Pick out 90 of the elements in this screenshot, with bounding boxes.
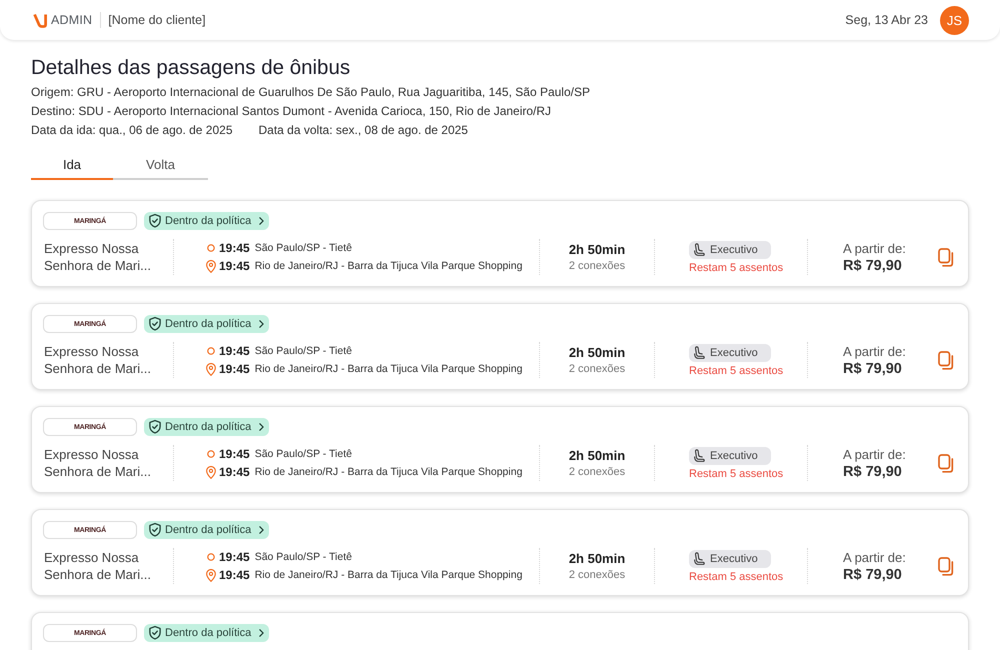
price-label: R$ 79,90	[843, 464, 903, 480]
time-label: 19:45	[219, 550, 250, 564]
station-label: Rio de Janeiro/RJ - Barra da Tijuca Vila Parque Shopping	[254, 260, 522, 272]
copy-button[interactable]	[938, 350, 955, 370]
seat-icon	[694, 243, 705, 256]
time-label: 19:45	[219, 568, 250, 582]
location-pin-icon	[206, 260, 216, 272]
connections-label: 2 conexões	[568, 569, 626, 581]
time-label: 19:45	[219, 344, 250, 358]
time-label: 19:45	[219, 362, 250, 376]
chevron-right-icon	[259, 526, 264, 534]
station-label: São Paulo/SP - Tietê	[254, 551, 352, 563]
seats-left-label: Restam 5 assentos	[689, 262, 784, 274]
copy-icon	[938, 350, 955, 370]
price-caption: A partir de:	[843, 550, 906, 564]
station-label: São Paulo/SP - Tietê	[254, 345, 352, 357]
station-label: São Paulo/SP - Tietê	[254, 448, 352, 460]
destination-text: Destino: SDU - Aeroporto Internacional Santos Dumont - Avenida Carioca, 150, Rio de Janeiro/RJ	[31, 103, 552, 120]
connections-label: 2 conexões	[568, 466, 626, 478]
seat-class-label: Executivo	[710, 244, 758, 256]
location-pin-icon	[206, 568, 216, 582]
duration-label: 2h 50min	[568, 242, 626, 257]
policy-badge[interactable]: Dentro da política	[144, 315, 270, 333]
tab[interactable]: Ida	[31, 152, 113, 180]
price-caption: A partir de:	[843, 344, 906, 358]
chevron-right-icon	[259, 629, 264, 637]
copy-icon	[938, 556, 955, 576]
connections-label: 2 conexões	[568, 260, 626, 272]
time-label: 19:45	[219, 241, 250, 255]
duration-label: 2h 50min	[568, 551, 626, 566]
company-name: Expresso Nossa Senhora de Mari...	[44, 446, 152, 480]
seat-class-label: Executivo	[710, 450, 758, 462]
company-name: Expresso Nossa Senhora de Mari...	[44, 240, 152, 274]
chevron-right-icon	[259, 423, 264, 431]
seats-left-label: Restam 5 assentos	[689, 468, 784, 480]
company-name: Expresso Nossa Senhora de Mari...	[44, 343, 152, 377]
origin-ring-icon	[207, 244, 215, 252]
copy-icon	[938, 454, 955, 472]
client-name: [Nome do cliente]	[108, 13, 206, 27]
shield-check-icon	[149, 523, 161, 537]
price-label: R$ 79,90	[843, 566, 903, 582]
station-label: Rio de Janeiro/RJ - Barra da Tijuca Vila Parque Shopping	[254, 363, 522, 375]
seat-class-label: Executivo	[710, 552, 758, 564]
duration-label: 2h 50min	[568, 448, 626, 463]
price-label: R$ 79,90	[843, 258, 903, 274]
seats-left-label: Restam 5 assentos	[689, 570, 784, 582]
origin-ring-icon	[207, 553, 215, 561]
seat-icon	[694, 346, 705, 359]
copy-button[interactable]	[938, 454, 955, 472]
chevron-right-icon	[259, 320, 264, 328]
time-label: 19:45	[219, 259, 250, 273]
station-label: Rio de Janeiro/RJ - Barra da Tijuca Vila Parque Shopping	[254, 466, 522, 478]
origin-text: Origem: GRU - Aeroporto Internacional de Guarulhos De São Paulo, Rua Jaguaritiba, 145, São Paulo/SP	[31, 84, 591, 101]
location-pin-icon	[206, 362, 216, 376]
station-label: Rio de Janeiro/RJ - Barra da Tijuca Vila Parque Shopping	[254, 569, 522, 581]
seat-icon	[694, 552, 705, 565]
policy-badge[interactable]: Dentro da política	[144, 521, 270, 539]
brand-label: ADMIN	[51, 13, 92, 27]
seats-left-label: Restam 5 assentos	[689, 364, 784, 376]
copy-button[interactable]	[938, 248, 955, 266]
policy-badge[interactable]: Dentro da política	[144, 418, 270, 436]
price-label: R$ 79,90	[843, 360, 903, 376]
connections-label: 2 conexões	[568, 363, 626, 375]
price-caption: A partir de:	[843, 446, 906, 462]
location-pin-icon	[206, 466, 216, 478]
station-label: São Paulo/SP - Tietê	[254, 242, 352, 254]
page-title: Detalhes das passagens de ônibus	[31, 56, 352, 80]
time-label: 19:45	[219, 465, 250, 479]
tab[interactable]: Volta	[113, 152, 208, 180]
policy-badge[interactable]: Dentro da política	[144, 624, 270, 642]
date-label: Seg, 13 Abr 23	[845, 13, 928, 27]
shield-check-icon	[149, 317, 161, 331]
origin-ring-icon	[207, 347, 215, 355]
seat-class-label: Executivo	[710, 346, 758, 358]
chevron-right-icon	[259, 217, 264, 225]
seat-icon	[694, 449, 705, 462]
shield-check-icon	[149, 626, 161, 640]
price-caption: A partir de:	[843, 240, 906, 256]
shield-check-icon	[149, 214, 161, 228]
copy-button[interactable]	[938, 556, 955, 576]
policy-badge[interactable]: Dentro da política	[144, 212, 270, 230]
copy-icon	[938, 248, 955, 266]
shield-check-icon	[149, 420, 161, 434]
departure-date-text: Data da ida: qua., 06 de ago. de 2025	[31, 122, 232, 139]
time-label: 19:45	[219, 447, 250, 461]
duration-label: 2h 50min	[568, 345, 626, 360]
brand-logo-icon	[33, 12, 48, 28]
origin-ring-icon	[207, 450, 215, 458]
return-date-text: Data da volta: sex., 08 de ago. de 2025	[258, 122, 468, 139]
company-name: Expresso Nossa Senhora de Mari...	[44, 549, 152, 583]
